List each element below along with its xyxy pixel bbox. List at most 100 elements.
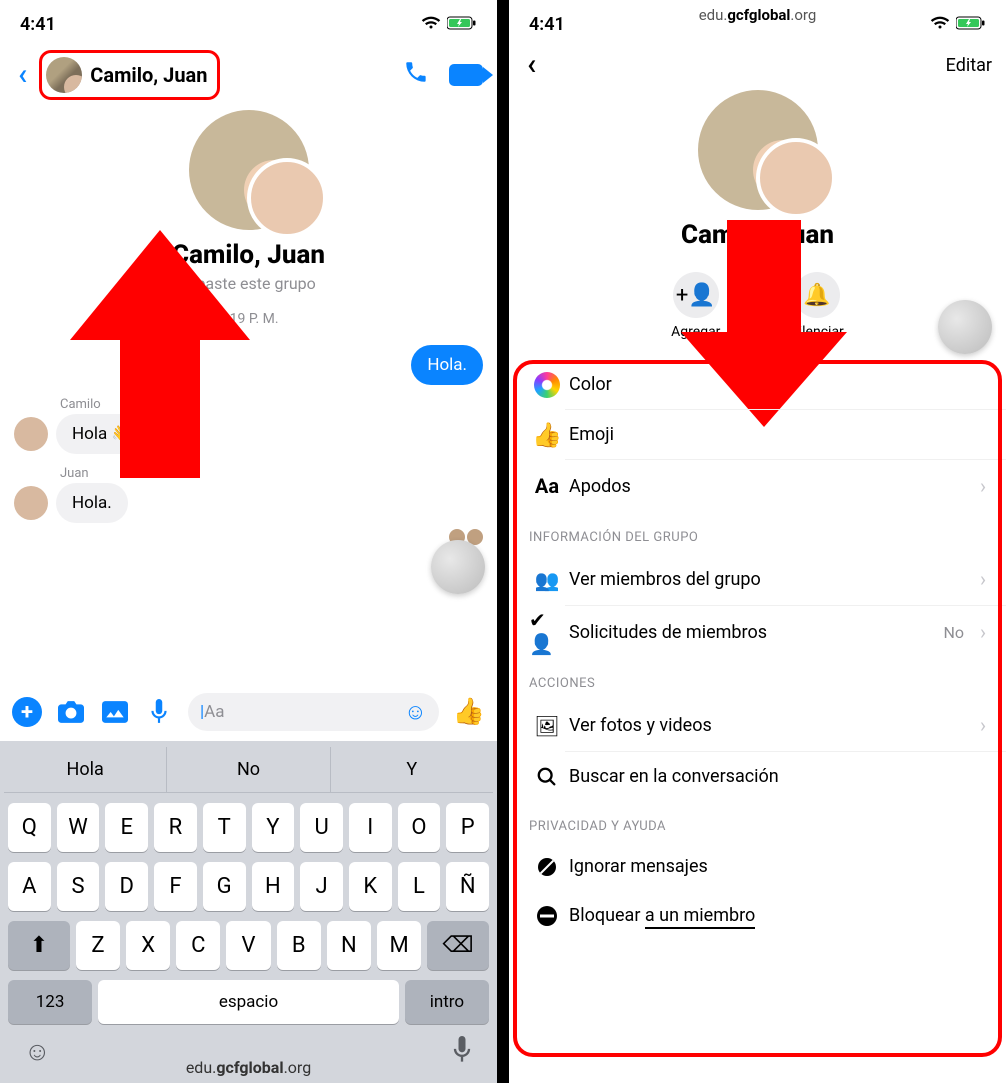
group-avatar-large — [189, 110, 309, 230]
assistive-touch-button[interactable] — [431, 540, 485, 594]
key[interactable]: V — [226, 921, 270, 970]
key[interactable]: G — [203, 862, 246, 911]
image-icon: 🖼 — [529, 714, 565, 738]
group-name: Camilo, Juan — [14, 240, 483, 270]
group-avatar-small — [46, 57, 82, 93]
camera-button[interactable] — [56, 697, 86, 727]
color-row[interactable]: Color — [509, 360, 1006, 410]
assistive-touch-button[interactable] — [938, 300, 992, 354]
back-button[interactable]: ‹ — [14, 60, 31, 90]
search-icon — [529, 766, 565, 788]
view-members-row[interactable]: 👥 Ver miembros del grupo› — [509, 553, 1006, 606]
key[interactable]: C — [176, 921, 220, 970]
member-requests-row[interactable]: ✔👤 Solicitudes de miembrosNo› — [509, 606, 1006, 658]
key[interactable]: R — [154, 803, 197, 852]
shift-key[interactable]: ⬆ — [8, 921, 70, 970]
emoji-row[interactable]: 👍 Emoji — [509, 410, 1006, 460]
attach-button[interactable]: + — [12, 697, 42, 727]
check-person-icon: ✔👤 — [529, 608, 565, 656]
message-input[interactable]: |Aa ☺ — [188, 693, 439, 731]
group-timestamp: 3:19 P. M. — [14, 311, 483, 327]
key[interactable]: P — [446, 803, 489, 852]
nav-bar: ‹ Camilo, Juan — [0, 40, 497, 110]
key[interactable]: L — [398, 862, 441, 911]
chevron-right-icon: › — [980, 474, 986, 498]
backspace-key[interactable]: ⌫ — [427, 921, 489, 970]
sender-avatar — [14, 417, 48, 451]
view-media-row[interactable]: 🖼 Ver fotos y videos› — [509, 699, 1006, 752]
key[interactable]: U — [300, 803, 343, 852]
back-button[interactable]: ‹ — [523, 50, 540, 80]
section-header: ACCIONES — [509, 658, 1006, 699]
key[interactable]: O — [398, 803, 441, 852]
mic-button[interactable] — [144, 697, 174, 727]
composer: + |Aa ☺ 👍 — [0, 683, 497, 741]
chevron-right-icon: › — [980, 567, 986, 591]
key[interactable]: B — [277, 921, 321, 970]
key[interactable]: I — [349, 803, 392, 852]
group-name: Camilo, Juan — [509, 220, 1006, 250]
keyboard-suggestions: Hola No Y — [4, 747, 493, 793]
key[interactable]: J — [300, 862, 343, 911]
like-button[interactable]: 👍 — [453, 697, 485, 727]
message-incoming: Hola 👋 — [56, 414, 149, 454]
chevron-right-icon: › — [980, 620, 986, 644]
message-outgoing[interactable]: Hola. — [411, 345, 483, 385]
chat-title-button[interactable]: Camilo, Juan — [39, 50, 220, 100]
key[interactable]: Ñ — [446, 862, 489, 911]
sender-avatar — [14, 486, 48, 520]
key[interactable]: F — [154, 862, 197, 911]
emoji-picker-button[interactable]: ☺ — [404, 699, 426, 725]
message-incoming-row[interactable]: Hola. — [14, 483, 483, 523]
quick-actions: +👤 Agregar 🔔 Silenciar — [509, 272, 1006, 340]
gallery-button[interactable] — [100, 697, 130, 727]
return-key[interactable]: intro — [405, 980, 489, 1024]
status-icons — [421, 14, 477, 35]
key[interactable]: D — [105, 862, 148, 911]
key[interactable]: H — [252, 862, 295, 911]
suggestion[interactable]: Hola — [4, 747, 166, 792]
wifi-icon — [421, 14, 441, 35]
group-avatar-large[interactable] — [698, 90, 818, 210]
key[interactable]: Z — [76, 921, 120, 970]
settings-list[interactable]: Color 👍 Emoji Aa Apodos› INFORMACIÓN DEL… — [509, 360, 1006, 1083]
block-icon — [529, 904, 565, 928]
ignore-messages-row[interactable]: Ignorar mensajes — [509, 842, 1006, 891]
message-incoming: Hola. — [56, 483, 128, 523]
suggestion[interactable]: Y — [331, 747, 493, 792]
block-member-row[interactable]: Bloquear a un miembro — [509, 891, 1006, 940]
key[interactable]: T — [203, 803, 246, 852]
edit-button[interactable]: Editar — [946, 55, 992, 76]
key[interactable]: M — [377, 921, 421, 970]
section-header: PRIVACIDAD Y AYUDA — [509, 801, 1006, 842]
key[interactable]: N — [327, 921, 371, 970]
chat-settings-screen: edu.gcfglobal.org 4:41 ‹ Editar Camilo, … — [503, 0, 1006, 1083]
battery-icon — [447, 14, 477, 35]
text-icon: Aa — [529, 474, 565, 498]
key[interactable]: X — [126, 921, 170, 970]
key[interactable]: S — [57, 862, 100, 911]
keyboard: Hola No Y Q W E R T Y U I O P A S D F G … — [0, 741, 497, 1083]
key[interactable]: K — [349, 862, 392, 911]
search-conversation-row[interactable]: Buscar en la conversación — [509, 752, 1006, 801]
video-call-button[interactable] — [449, 64, 483, 86]
watermark-top: edu.gcfglobal.org — [509, 6, 1006, 24]
key[interactable]: E — [105, 803, 148, 852]
suggestion[interactable]: No — [166, 747, 330, 792]
chat-body[interactable]: Camilo, Juan Creaste este grupo 3:19 P. … — [0, 110, 497, 683]
key[interactable]: Y — [252, 803, 295, 852]
space-key[interactable]: espacio — [98, 980, 399, 1024]
status-bar: 4:41 — [0, 0, 497, 40]
nicknames-row[interactable]: Aa Apodos› — [509, 460, 1006, 512]
message-placeholder: Aa — [204, 702, 224, 722]
mute-button[interactable]: 🔔 Silenciar — [790, 272, 843, 340]
key[interactable]: A — [8, 862, 51, 911]
sender-label: Camilo — [60, 397, 483, 412]
numbers-key[interactable]: 123 — [8, 980, 92, 1024]
key[interactable]: Q — [8, 803, 51, 852]
color-icon — [529, 372, 565, 398]
audio-call-button[interactable] — [395, 59, 437, 92]
key[interactable]: W — [57, 803, 100, 852]
message-incoming-row[interactable]: Hola 👋 — [14, 414, 483, 454]
add-member-button[interactable]: +👤 Agregar — [671, 272, 720, 340]
